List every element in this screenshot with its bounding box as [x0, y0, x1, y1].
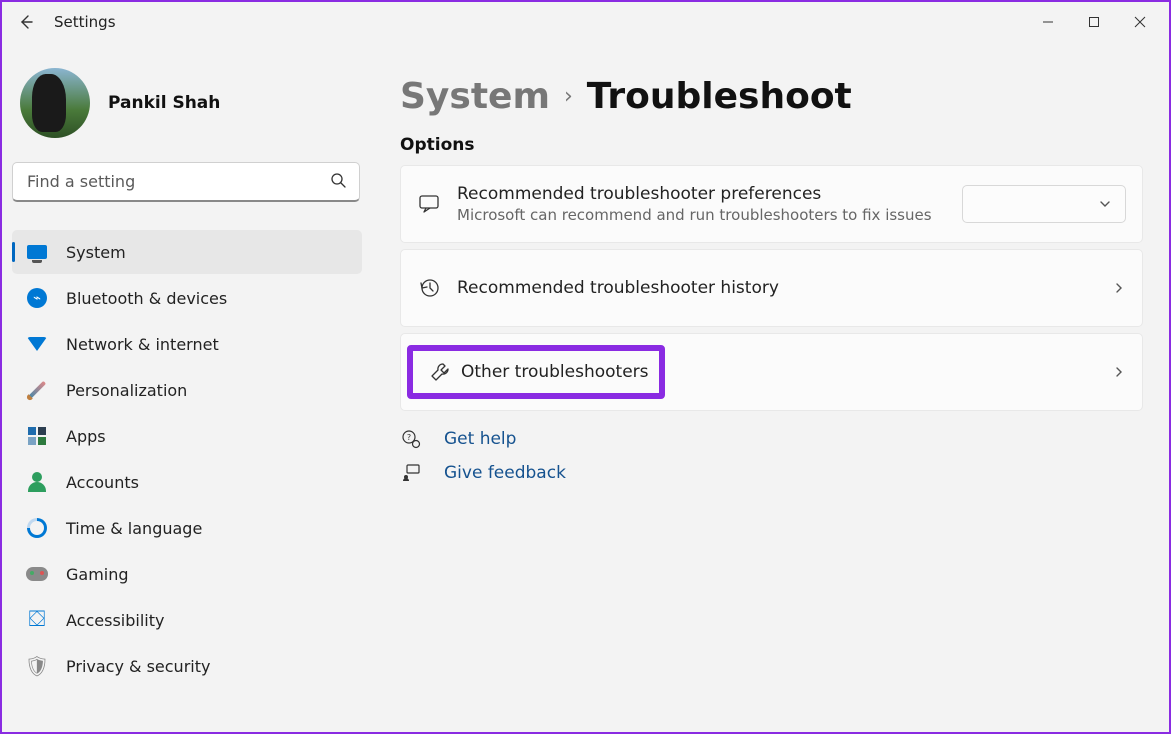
sidebar-item-personalization[interactable]: Personalization	[12, 368, 362, 412]
sidebar-item-label: Privacy & security	[66, 657, 210, 676]
history-icon	[401, 277, 457, 299]
close-button[interactable]	[1117, 2, 1163, 42]
help-icon: ?	[400, 429, 422, 449]
sidebar-item-accounts[interactable]: Accounts	[12, 460, 362, 504]
breadcrumb-current: Troubleshoot	[587, 76, 852, 117]
sidebar-item-label: Personalization	[66, 381, 187, 400]
window-title: Settings	[54, 13, 116, 31]
sidebar-item-time-language[interactable]: Time & language	[12, 506, 362, 550]
sidebar-item-label: Time & language	[66, 519, 202, 538]
search-icon	[330, 172, 346, 192]
section-title: Options	[400, 135, 1143, 155]
sidebar-item-privacy[interactable]: 🛡 Privacy & security	[12, 644, 362, 688]
help-link-row: ? Get help	[400, 429, 1143, 449]
sidebar-item-label: Apps	[66, 427, 106, 446]
feedback-link-row: Give feedback	[400, 463, 1143, 483]
minimize-button[interactable]	[1025, 2, 1071, 42]
search-input[interactable]	[12, 162, 360, 202]
sidebar-item-network[interactable]: Network & internet	[12, 322, 362, 366]
back-button[interactable]	[8, 4, 44, 40]
sidebar-item-label: Gaming	[66, 565, 129, 584]
wrench-icon	[419, 361, 461, 383]
card-troubleshooter-preferences[interactable]: Recommended troubleshooter preferences M…	[400, 165, 1143, 243]
sidebar-item-accessibility[interactable]: ⛋ Accessibility	[12, 598, 362, 642]
chevron-right-icon: ›	[564, 84, 573, 109]
get-help-link[interactable]: Get help	[444, 429, 516, 449]
bluetooth-icon: ⌁	[26, 287, 48, 309]
svg-text:?: ?	[407, 433, 411, 442]
card-subtitle: Microsoft can recommend and run troubles…	[457, 206, 962, 224]
card-title: Recommended troubleshooter preferences	[457, 184, 962, 204]
card-title: Other troubleshooters	[461, 362, 649, 382]
sidebar: Pankil Shah System ⌁ Bluetooth & devices…	[2, 42, 362, 732]
feedback-icon	[400, 463, 422, 483]
sidebar-item-system[interactable]: System	[12, 230, 362, 274]
personalization-icon	[26, 379, 48, 401]
comment-icon	[401, 193, 457, 215]
preference-dropdown[interactable]	[962, 185, 1126, 223]
sidebar-item-label: Network & internet	[66, 335, 219, 354]
accessibility-icon: ⛋	[26, 609, 48, 631]
card-troubleshooter-history[interactable]: Recommended troubleshooter history	[400, 249, 1143, 327]
accounts-icon	[26, 471, 48, 493]
sidebar-item-label: Bluetooth & devices	[66, 289, 227, 308]
privacy-icon: 🛡	[26, 655, 48, 677]
system-icon	[26, 241, 48, 263]
chevron-right-icon	[1096, 366, 1142, 378]
network-icon	[26, 333, 48, 355]
sidebar-item-gaming[interactable]: Gaming	[12, 552, 362, 596]
nav: System ⌁ Bluetooth & devices Network & i…	[12, 230, 362, 688]
chevron-right-icon	[1096, 282, 1142, 294]
breadcrumb: System › Troubleshoot	[400, 76, 1143, 117]
card-other-troubleshooters[interactable]: Other troubleshooters	[400, 333, 1143, 411]
content: System › Troubleshoot Options Recommende…	[362, 42, 1169, 732]
breadcrumb-parent[interactable]: System	[400, 76, 550, 117]
time-language-icon	[26, 517, 48, 539]
titlebar: Settings	[2, 2, 1169, 42]
maximize-button[interactable]	[1071, 2, 1117, 42]
sidebar-item-bluetooth[interactable]: ⌁ Bluetooth & devices	[12, 276, 362, 320]
give-feedback-link[interactable]: Give feedback	[444, 463, 566, 483]
avatar	[20, 68, 90, 138]
chevron-down-icon	[1099, 198, 1111, 210]
card-title: Recommended troubleshooter history	[457, 278, 1096, 298]
sidebar-item-apps[interactable]: Apps	[12, 414, 362, 458]
sidebar-item-label: Accounts	[66, 473, 139, 492]
profile-name: Pankil Shah	[108, 93, 220, 113]
gaming-icon	[26, 563, 48, 585]
profile-button[interactable]: Pankil Shah	[12, 52, 362, 162]
sidebar-item-label: System	[66, 243, 126, 262]
sidebar-item-label: Accessibility	[66, 611, 164, 630]
apps-icon	[26, 425, 48, 447]
